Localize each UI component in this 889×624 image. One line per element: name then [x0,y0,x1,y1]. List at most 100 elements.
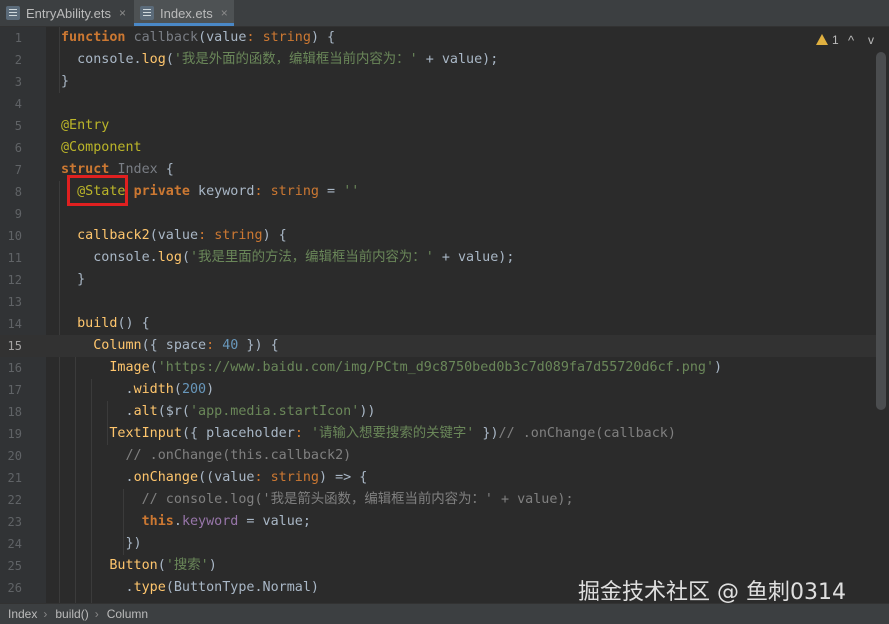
line-number: 12 [7,273,22,287]
code-text: }) [61,533,141,555]
line-number: 26 [7,581,22,595]
breadcrumb-bar: Index › build() › Column [0,603,889,624]
watermark: 掘金技术社区 @ 鱼刺0314 [578,580,846,605]
code-line[interactable]: 13 [0,291,876,313]
code-text: } [61,71,69,93]
tab-entryability[interactable]: EntryAbility.ets × [0,0,132,26]
code-token: . [61,382,134,397]
line-number: 22 [7,493,22,507]
close-tab-icon[interactable]: × [119,6,126,20]
code-line[interactable]: 8 @State private keyword: string = '' [0,181,876,203]
code-token: alt [133,404,158,419]
code-text: build() { [61,313,150,335]
code-token: = [319,184,344,199]
code-token: ({ space [141,338,207,353]
line-number: 24 [7,537,22,551]
code-line[interactable]: 1 function callback(value: string) { [0,27,876,49]
code-token: callback [133,30,199,45]
tab-label: EntryAbility.ets [26,5,112,21]
code-token: ) => { [319,470,368,485]
code-token: ( [198,30,207,45]
warning-icon[interactable] [816,34,828,45]
code-token: log [141,52,166,67]
code-token: : [246,30,263,45]
code-token: ( [157,558,166,573]
code-line[interactable]: 4 [0,93,876,115]
code-token: console. [61,250,158,265]
code-line[interactable]: 22 // console.log('我是箭头函数，编辑框当前内容为：' + v… [0,489,876,511]
code-token: Button [109,558,158,573]
code-line[interactable]: 24 }) [0,533,876,555]
line-number: 20 [7,449,22,463]
code-line[interactable]: 10 callback2(value: string) { [0,225,876,247]
previous-highlight-icon[interactable]: ^ [848,33,854,48]
code-line[interactable]: 16 Image('https://www.baidu.com/img/PCtm… [0,357,876,379]
code-token: }) { [238,338,279,353]
code-token: width [133,382,174,397]
vertical-scrollbar[interactable] [876,52,886,410]
line-number: 10 [7,229,22,243]
code-token: ( [181,250,190,265]
code-line[interactable]: 5 @Entry [0,115,876,137]
code-token: build [77,316,118,331]
code-token: ) { [310,30,336,45]
code-token: ( [165,52,174,67]
breadcrumb-column[interactable]: Column [107,607,148,621]
code-token: Image [109,360,150,375]
code-line[interactable]: 19 TextInput({ placeholder: '请输入想要搜索的关键字… [0,423,876,445]
code-line[interactable]: 17 .width(200) [0,379,876,401]
code-line[interactable]: 15 Column({ space: 40 }) { [0,335,876,357]
code-line[interactable]: 2 console.log('我是外面的函数，编辑框当前内容为：' + valu… [0,49,876,71]
code-line[interactable]: 12 } [0,269,876,291]
code-text: .type(ButtonType.Normal) [61,577,319,599]
breadcrumb-index[interactable]: Index [8,607,37,621]
code-token: : [294,426,311,441]
line-number: 4 [14,97,22,111]
code-text: Image('https://www.baidu.com/img/PCtm_d9… [61,357,722,379]
code-text: @Component [61,137,142,159]
code-line[interactable]: 3} [0,71,876,93]
code-token: @Component [61,140,142,155]
code-line[interactable]: 11 console.log('我是里面的方法，编辑框当前内容为：' + val… [0,247,876,269]
code-text: this.keyword = value; [61,511,311,533]
line-number: 1 [14,31,22,45]
code-line[interactable]: 20 // .onChange(this.callback2) [0,445,876,467]
code-line[interactable]: 9 [0,203,876,225]
code-line[interactable]: 18 .alt($r('app.media.startIcon')) [0,401,876,423]
code-token: { [157,162,174,177]
code-token: }) [474,426,499,441]
tab-index[interactable]: Index.ets × [134,0,234,26]
code-text: // .onChange(this.callback2) [61,445,351,467]
line-number: 13 [7,295,22,309]
code-token: type [133,580,166,595]
code-token: = value; [238,514,311,529]
code-line[interactable]: 6 @Component [0,137,876,159]
code-token: value [206,30,247,45]
next-highlight-icon[interactable]: v [868,33,874,47]
code-line[interactable]: 7 struct Index { [0,159,876,181]
line-number: 5 [14,119,22,133]
code-token: // .onChange(callback) [498,426,676,441]
code-token: : [198,228,215,243]
code-token: 'https://www.baidu.com/img/PCtm_d9c8750b… [157,360,715,375]
close-tab-icon[interactable]: × [221,6,228,20]
code-line[interactable]: 23 this.keyword = value; [0,511,876,533]
code-token: ($r( [157,404,190,419]
code-token: string [214,228,263,243]
inspection-count[interactable]: 1 [832,33,839,47]
code-token: : [206,338,223,353]
line-number: 15 [7,339,22,353]
breadcrumb-build[interactable]: build() [55,607,88,621]
code-line[interactable]: 21 .onChange((value: string) => { [0,467,876,489]
code-token: onChange [133,470,199,485]
code-editor[interactable]: 1 function callback(value: string) {2 con… [0,27,889,603]
code-text: .alt($r('app.media.startIcon')) [61,401,375,423]
code-token: (ButtonType.Normal) [165,580,319,595]
code-token: '我是里面的方法，编辑框当前内容为：' [190,250,434,265]
code-token: 200 [181,382,207,397]
code-token: . [61,404,134,419]
code-line[interactable]: 14 build() { [0,313,876,335]
